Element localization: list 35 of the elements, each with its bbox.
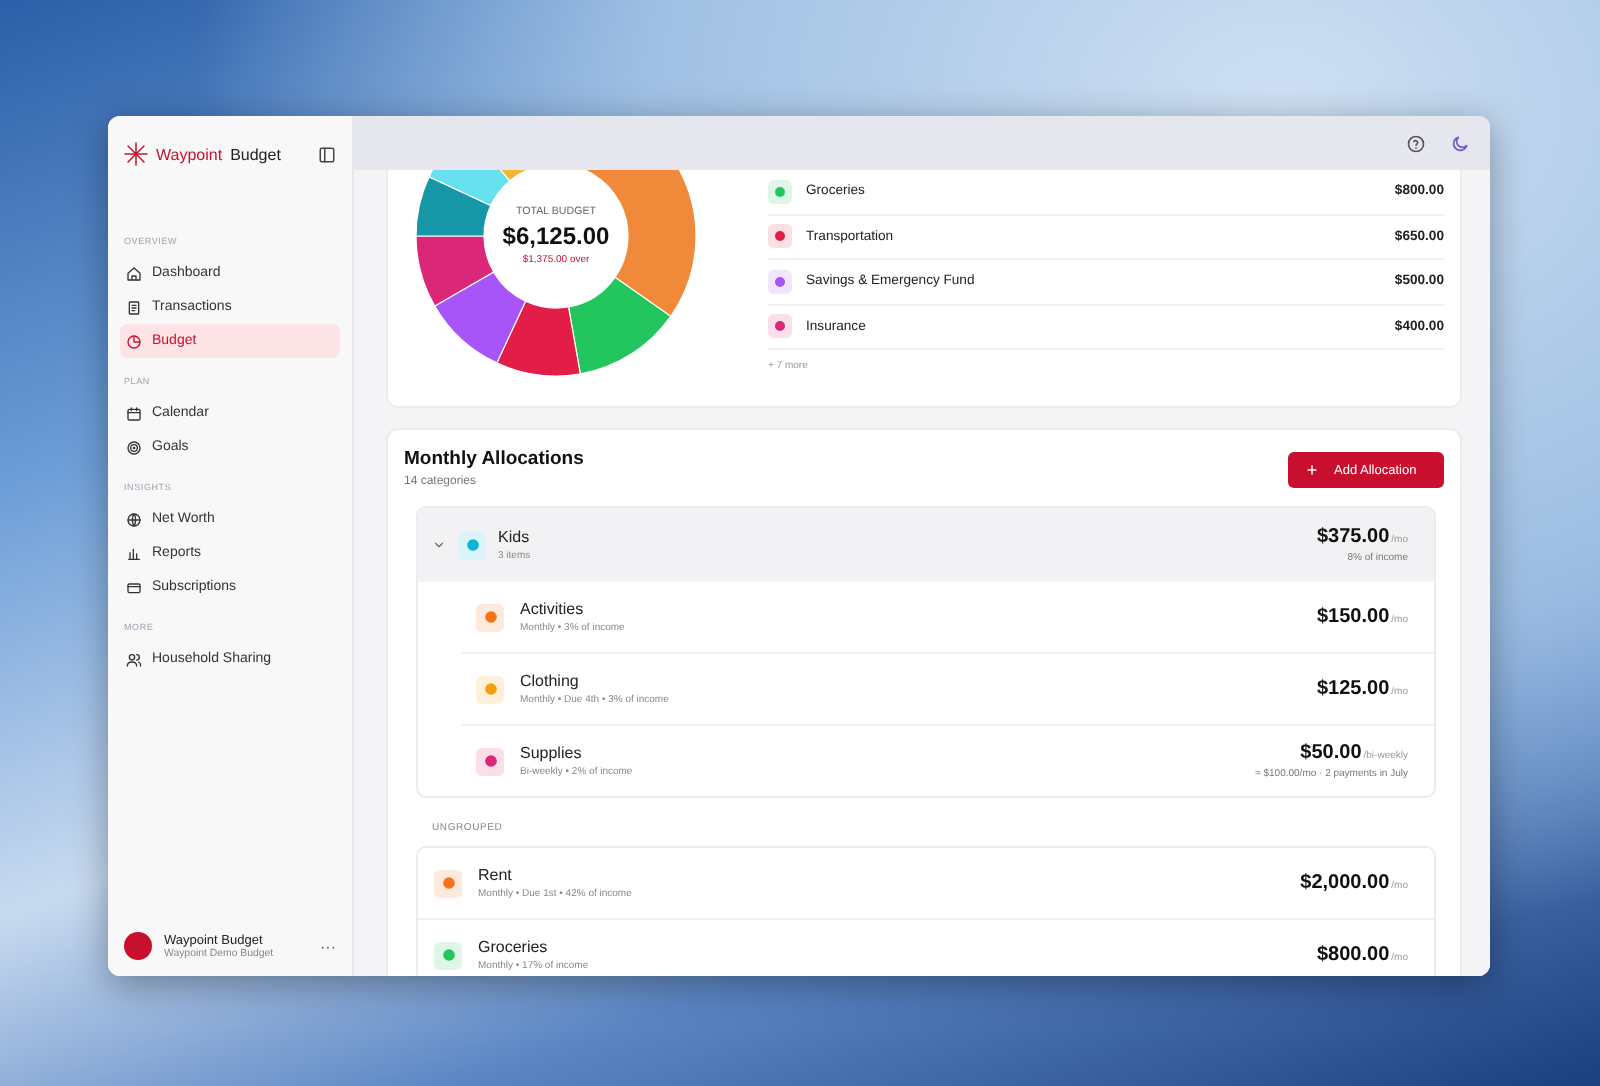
amount: $50.00 <box>1300 742 1362 764</box>
allocation-name: Rent <box>478 866 514 884</box>
moon-icon[interactable] <box>1450 133 1470 153</box>
amount: $150.00 <box>1317 606 1390 628</box>
section-title: Monthly Allocations <box>404 448 584 470</box>
donut-slice <box>416 235 495 307</box>
calendar-icon <box>126 405 142 421</box>
help-icon[interactable] <box>1406 133 1426 153</box>
allocation-name: Clothing <box>520 672 581 690</box>
receipt-icon <box>126 299 142 315</box>
allocation-name: Activities <box>520 600 586 618</box>
chevron-icon[interactable] <box>432 538 446 552</box>
donut-slice <box>434 271 527 364</box>
compass-star-icon <box>124 142 148 166</box>
amount: $800.00 <box>1317 944 1390 966</box>
allocation-name: Groceries <box>478 938 550 956</box>
users-icon <box>126 651 142 667</box>
avatar <box>124 932 152 960</box>
amount: $125.00 <box>1317 678 1390 700</box>
card-icon <box>126 579 142 595</box>
house-icon <box>126 265 142 281</box>
group-name: Kids <box>498 528 531 546</box>
bar-chart-icon <box>126 545 142 561</box>
brand-name: Waypoint <box>156 145 223 163</box>
brand-name: Budget <box>230 145 281 163</box>
allocation-name: Supplies <box>520 744 584 762</box>
more-menu-button[interactable]: ··· <box>320 937 336 955</box>
target-icon <box>126 439 142 455</box>
pie-chart-icon <box>126 333 142 349</box>
globe-icon <box>126 511 142 527</box>
sidebar-toggle-icon[interactable] <box>318 145 336 163</box>
amount: $375.00 <box>1317 526 1390 548</box>
amount: $2,000.00 <box>1300 872 1390 894</box>
total-amount: $6,125.00 <box>502 222 610 250</box>
plus-icon <box>1306 464 1318 476</box>
